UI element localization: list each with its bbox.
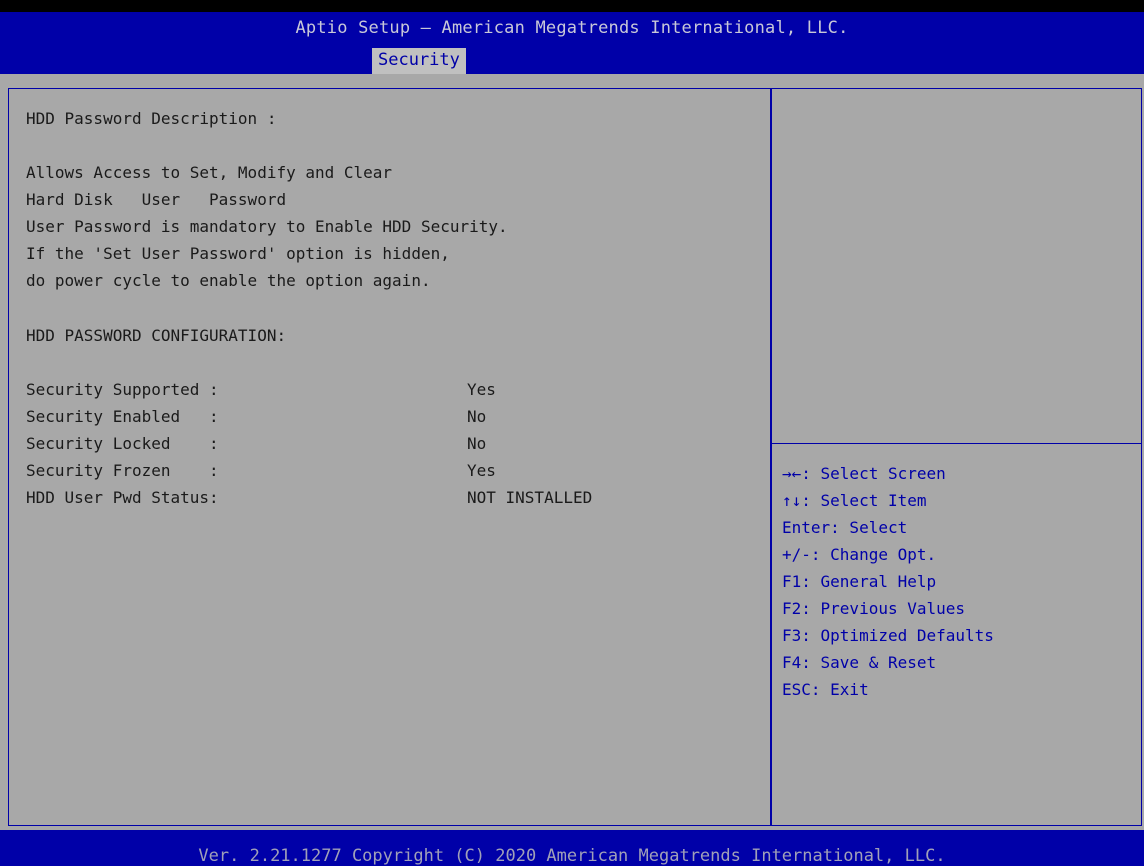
status-label: Security Locked : [26,434,219,453]
top-black-strip [0,0,1144,12]
help-item-f1: F1: General Help [782,572,937,591]
status-label: Security Enabled : [26,407,219,426]
tab-security[interactable]: Security [372,48,466,74]
description-line: User Password is mandatory to Enable HDD… [26,217,508,236]
status-label: Security Supported : [26,380,219,399]
help-divider [771,443,1142,444]
description-line: If the 'Set User Password' option is hid… [26,244,450,263]
description-line: Allows Access to Set, Modify and Clear [26,163,393,182]
description-heading: HDD Password Description : [26,109,277,128]
description-line: Hard Disk User Password [26,190,287,209]
description-line: do power cycle to enable the option agai… [26,271,431,290]
help-item-select-item: ↑↓: Select Item [782,491,927,510]
status-value: Yes [467,380,496,399]
status-value: Yes [467,461,496,480]
main-panel: HDD Password Description : Allows Access… [0,74,1144,830]
help-item-enter: Enter: Select [782,518,908,537]
status-label: Security Frozen : [26,461,219,480]
status-value: NOT INSTALLED [467,488,593,507]
help-item-esc: ESC: Exit [782,680,869,699]
help-item-f4: F4: Save & Reset [782,653,937,672]
help-item-change-opt: +/-: Change Opt. [782,545,937,564]
footer-version: Ver. 2.21.1277 Copyright (C) 2020 Americ… [0,830,1144,866]
status-value: No [467,407,487,426]
help-panel: →←: Select Screen ↑↓: Select Item Enter:… [782,460,1138,703]
header-bar: Aptio Setup – American Megatrends Intern… [0,12,1144,74]
app-title: Aptio Setup – American Megatrends Intern… [295,18,849,38]
vertical-divider [770,88,772,826]
help-item-f2: F2: Previous Values [782,599,966,618]
help-item-f3: F3: Optimized Defaults [782,626,994,645]
status-label: HDD User Pwd Status: [26,488,219,507]
status-value: No [467,434,487,453]
config-heading: HDD PASSWORD CONFIGURATION: [26,326,287,345]
help-item-select-screen: →←: Select Screen [782,464,946,483]
